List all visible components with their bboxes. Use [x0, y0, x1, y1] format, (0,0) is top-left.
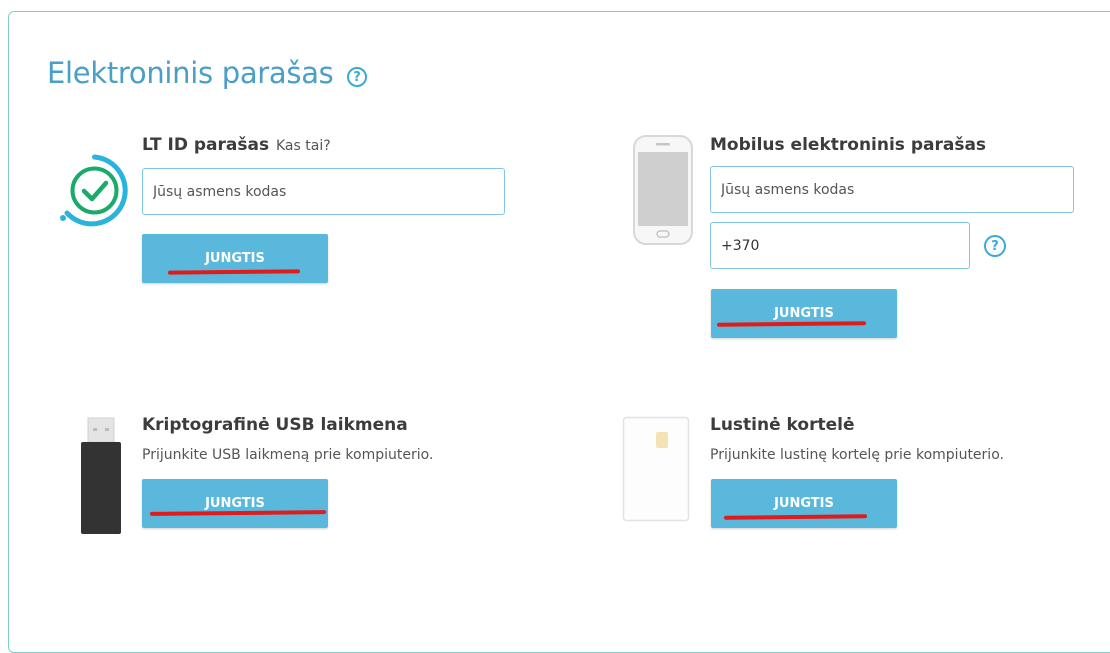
mobile-phone-input[interactable]	[710, 222, 970, 269]
login-panel	[8, 11, 1110, 653]
usb-connect-button[interactable]: JUNGTIS	[142, 479, 328, 528]
ltid-title: LT ID parašas	[142, 135, 270, 155]
smart-card-icon	[622, 416, 690, 522]
page-title: Elektroninis parašas	[47, 56, 334, 90]
usb-stick-icon	[81, 417, 121, 534]
ltid-what-is-link[interactable]: Kas tai?	[276, 138, 331, 154]
card-connect-label: JUNGTIS	[774, 496, 834, 511]
ltid-personal-code-input[interactable]	[142, 168, 505, 215]
help-icon[interactable]: ?	[347, 67, 367, 87]
card-description: Prijunkite lustinę kortelę prie kompiute…	[710, 447, 1004, 463]
phone-help-icon[interactable]: ?	[984, 235, 1006, 257]
highlight-underline	[716, 321, 867, 327]
card-connect-button[interactable]: JUNGTIS	[711, 479, 897, 528]
mobile-connect-button[interactable]: JUNGTIS	[711, 289, 897, 338]
smartphone-icon	[633, 135, 693, 245]
check-circle-icon	[60, 154, 128, 227]
mobile-personal-code-input[interactable]	[710, 166, 1074, 213]
card-title: Lustinė kortelė	[710, 415, 855, 435]
highlight-underline	[723, 514, 868, 520]
ltid-connect-label: JUNGTIS	[205, 251, 265, 266]
usb-description: Prijunkite USB laikmeną prie kompiuterio…	[142, 447, 434, 463]
ltid-connect-button[interactable]: JUNGTIS	[142, 234, 328, 283]
usb-title: Kriptografinė USB laikmena	[142, 415, 408, 435]
mobile-title: Mobilus elektroninis parašas	[710, 135, 987, 155]
highlight-underline	[167, 269, 301, 275]
